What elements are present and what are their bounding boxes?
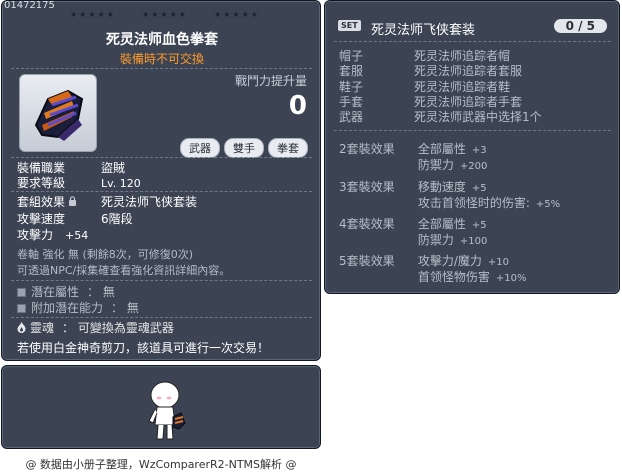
set-value: 死灵法师飞侠套装 bbox=[101, 195, 198, 209]
lock-icon bbox=[69, 196, 77, 206]
tag-claw: 拳套 bbox=[268, 138, 308, 158]
star-group-icon: ★★★★★ bbox=[70, 10, 116, 19]
effect-value: +5 bbox=[471, 183, 487, 194]
set-effects-panel: SET 死灵法师飞侠套装 0 / 5 帽子 死灵法师追踪者帽 套服 死灵法师追踪者套… bbox=[324, 0, 620, 294]
item-icon-frame bbox=[19, 74, 97, 152]
set-part-name: 死灵法师追踪者帽 bbox=[414, 49, 511, 63]
additional-potential-value: ： 無 bbox=[111, 301, 139, 315]
effect-value: +5% bbox=[535, 199, 561, 210]
set-effect-5: 5套裝效果 攻擊力/魔力 +10 首领怪物伤害 +10% bbox=[339, 252, 526, 284]
set-effect-2: 2套裝效果 全部屬性 +3 防禦力 +200 bbox=[339, 140, 487, 172]
set-part-name: 死灵法师追踪者鞋 bbox=[414, 80, 511, 94]
star-force-row: ★★★★★ ★★★★★ ★★★★★ bbox=[70, 10, 260, 19]
potential-row: 潛在屬性 ： 無 bbox=[17, 283, 115, 300]
item-name: 死灵法师血色拳套 bbox=[106, 32, 218, 48]
effect-value: +100 bbox=[459, 236, 488, 247]
set-part-row: 套服 死灵法师追踪者套服 bbox=[339, 62, 522, 79]
tag-two-handed: 雙手 bbox=[224, 138, 264, 158]
potential-label: 潛在屬性 bbox=[31, 285, 80, 299]
effect-stat: 攻擊力/魔力 bbox=[417, 254, 482, 268]
effect-value: +10% bbox=[495, 273, 527, 284]
attack-speed-value: 6階段 bbox=[101, 212, 133, 226]
claw-glove-icon bbox=[34, 89, 84, 141]
additional-potential-icon bbox=[17, 304, 26, 313]
set-badge: SET bbox=[338, 20, 361, 31]
divider bbox=[11, 157, 312, 158]
effect-stat: 防禦力 bbox=[417, 233, 454, 247]
avatar-preview-panel bbox=[1, 365, 321, 449]
set-row: 套組效果 死灵法师飞侠套装 bbox=[17, 193, 197, 210]
set-effect-label: 3套裝效果 bbox=[339, 180, 395, 194]
set-effect-label: 4套裝效果 bbox=[339, 217, 395, 231]
set-part-name: 死灵法师武器中选择1个 bbox=[414, 110, 542, 124]
effect-stat: 移動速度 bbox=[417, 180, 466, 194]
set-part-slot: 武器 bbox=[339, 110, 364, 124]
effect-stat: 防禦力 bbox=[417, 158, 454, 172]
power-increase-label: 戰鬥力提升量 bbox=[234, 74, 307, 88]
divider bbox=[11, 280, 312, 281]
soul-row: 靈魂 ： 可變換為靈魂武器 bbox=[17, 319, 174, 336]
effect-stat: 首领怪物伤害 bbox=[417, 270, 490, 284]
item-tooltip-panel: 01472175 ★★★★★ ★★★★★ ★★★★★ 死灵法师血色拳套 裝備時不… bbox=[1, 0, 321, 361]
power-increase-value: 0 bbox=[288, 91, 307, 121]
set-part-row: 武器 死灵法师武器中选择1个 bbox=[339, 108, 542, 125]
attack-label: 攻擊力 bbox=[17, 228, 54, 242]
additional-potential-label: 附加潛在能力 bbox=[31, 301, 104, 315]
upgrade-status: 卷軸 強化 無 (剩餘8次，可修復0次) bbox=[17, 248, 194, 261]
set-effect-label: 2套裝效果 bbox=[339, 142, 395, 156]
category-tags: 武器 雙手 拳套 bbox=[180, 138, 308, 158]
star-group-icon: ★★★★★ bbox=[142, 10, 188, 19]
soul-flame-icon bbox=[17, 322, 26, 333]
effect-stat: 全部屬性 bbox=[417, 142, 466, 156]
soul-label: 靈魂 bbox=[30, 321, 55, 335]
set-effect-4: 4套裝效果 全部屬性 +5 防禦力 +100 bbox=[339, 215, 487, 247]
potential-icon bbox=[17, 288, 26, 297]
attack-speed-label: 攻擊速度 bbox=[17, 212, 66, 226]
set-count-badge: 0 / 5 bbox=[553, 19, 607, 33]
divider bbox=[11, 191, 312, 192]
job-value: 盜賊 bbox=[101, 161, 126, 175]
level-label: 要求等級 bbox=[17, 176, 66, 190]
set-title: 死灵法师飞侠套装 bbox=[371, 23, 476, 38]
additional-potential-row: 附加潛在能力 ： 無 bbox=[17, 299, 139, 316]
set-part-name: 死灵法师追踪者手套 bbox=[414, 95, 523, 109]
set-effect-3: 3套裝效果 移動速度 +5 攻击首领怪时的伤害: +5% bbox=[339, 178, 560, 210]
level-row: 要求等級 Lv. 120 bbox=[17, 174, 141, 191]
effect-value: +10 bbox=[487, 257, 509, 268]
set-part-name: 死灵法师追踪者套服 bbox=[414, 64, 523, 78]
upgrade-hint: 可透過NPC/採集確查看強化資訊詳細內容。 bbox=[17, 264, 231, 277]
scissors-footnote: 若使用白金神奇剪刀，該道具可進行一次交易！ bbox=[17, 341, 270, 355]
tag-weapon: 武器 bbox=[180, 138, 220, 158]
set-effect-label: 5套裝效果 bbox=[339, 254, 395, 268]
trade-restriction-note: 裝備時不可交換 bbox=[119, 52, 204, 66]
set-label: 套組效果 bbox=[17, 193, 101, 210]
divider bbox=[334, 41, 611, 42]
divider bbox=[334, 130, 611, 131]
effect-value: +5 bbox=[471, 220, 487, 231]
attack-value: +54 bbox=[65, 229, 89, 242]
star-group-icon: ★★★★★ bbox=[214, 10, 260, 19]
effect-value: +3 bbox=[471, 145, 487, 156]
divider bbox=[11, 317, 312, 318]
potential-value: ： 無 bbox=[87, 285, 115, 299]
effect-value: +200 bbox=[459, 161, 488, 172]
attack-speed-row: 攻擊速度 6階段 bbox=[17, 210, 133, 227]
level-value: Lv. 120 bbox=[101, 177, 141, 190]
effect-stat: 攻击首领怪时的伤害: bbox=[417, 196, 530, 210]
set-part-slot: 套服 bbox=[339, 64, 364, 78]
divider bbox=[11, 68, 312, 69]
character-avatar-icon bbox=[148, 381, 186, 440]
item-id: 01472175 bbox=[4, 0, 55, 11]
soul-value: ： 可變換為靈魂武器 bbox=[62, 321, 174, 335]
effect-stat: 全部屬性 bbox=[417, 217, 466, 231]
attack-row: 攻擊力 +54 bbox=[17, 226, 88, 243]
